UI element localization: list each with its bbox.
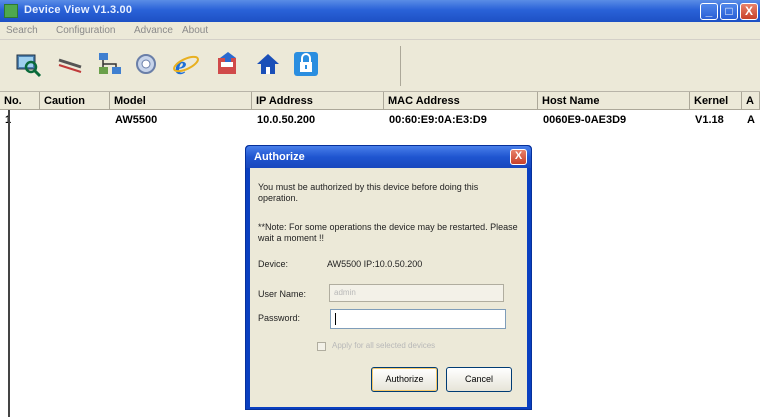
menu-advance[interactable]: Advance (134, 25, 173, 36)
cell-caution (40, 112, 45, 128)
cell-host-name: 0060E9-0AE3D9 (543, 114, 627, 126)
apply-all-label: Apply for all selected devices (332, 341, 436, 350)
cancel-button[interactable]: Cancel (446, 367, 512, 392)
dialog-close-button[interactable]: X (510, 149, 527, 165)
table-header: No. Caution Model IP Address MAC Address… (0, 92, 760, 110)
device-label: Device: (258, 259, 289, 269)
cell-ip-address: 10.0.50.200 (257, 114, 316, 126)
toolbar-separator (400, 46, 401, 86)
window-title: Device View V1.3.00 (24, 4, 133, 16)
password-label: Password: (258, 313, 301, 323)
device-value: AW5500 IP:10.0.50.200 (327, 259, 423, 269)
search-device-icon[interactable] (14, 50, 42, 78)
column-header-mac-address[interactable]: MAC Address (384, 92, 538, 110)
restart-note: **Note: For some operations the device m… (258, 222, 518, 243)
column-header-extra[interactable]: A (742, 92, 760, 110)
column-header-model[interactable]: Model (110, 92, 252, 110)
apply-all-checkbox[interactable] (317, 342, 326, 351)
cell-mac-address: 00:60:E9:0A:E3:D9 (389, 114, 487, 126)
title-bar[interactable]: Device View V1.3.00 _ □ X (0, 0, 760, 22)
dialog-title: Authorize (254, 151, 305, 163)
menu-bar: Search Configuration Advance About (0, 22, 760, 40)
network-icon[interactable] (96, 50, 124, 78)
maximize-button[interactable]: □ (720, 3, 738, 20)
column-header-host-name[interactable]: Host Name (538, 92, 690, 110)
user-name-label: User Name: (258, 289, 307, 299)
cell-model: AW5500 (115, 114, 158, 126)
column-header-caution[interactable]: Caution (40, 92, 110, 110)
authorize-message: You must be authorized by this device be… (258, 182, 479, 203)
lock-icon[interactable] (292, 50, 320, 78)
cable-icon[interactable] (56, 50, 84, 78)
menu-about[interactable]: About (182, 25, 208, 36)
authorize-dialog: Authorize X You must be authorized by th… (245, 145, 532, 410)
cell-kernel: V1.18 (695, 114, 724, 126)
dialog-title-bar[interactable]: Authorize X (246, 146, 531, 168)
home-icon[interactable] (254, 50, 282, 78)
firmware-upload-icon[interactable] (214, 50, 242, 78)
settings-icon[interactable] (132, 50, 160, 78)
internet-explorer-icon[interactable]: e (172, 50, 200, 80)
divider (8, 110, 10, 417)
password-field[interactable] (330, 309, 506, 329)
authorize-button[interactable]: Authorize (371, 367, 438, 392)
dialog-body: You must be authorized by this device be… (250, 168, 527, 407)
menu-search[interactable]: Search (6, 25, 38, 36)
user-name-field[interactable]: admin (329, 284, 504, 302)
minimize-button[interactable]: _ (700, 3, 718, 20)
text-caret (335, 313, 336, 325)
app-icon (4, 4, 18, 18)
column-header-kernel[interactable]: Kernel (690, 92, 742, 110)
close-button[interactable]: X (740, 3, 758, 20)
cell-extra: A (747, 114, 755, 126)
device-view-window: Device View V1.3.00 _ □ X Search Configu… (0, 0, 760, 417)
column-header-no[interactable]: No. (0, 92, 40, 110)
column-header-ip-address[interactable]: IP Address (252, 92, 384, 110)
menu-configuration[interactable]: Configuration (56, 25, 115, 36)
toolbar: e (0, 40, 760, 92)
